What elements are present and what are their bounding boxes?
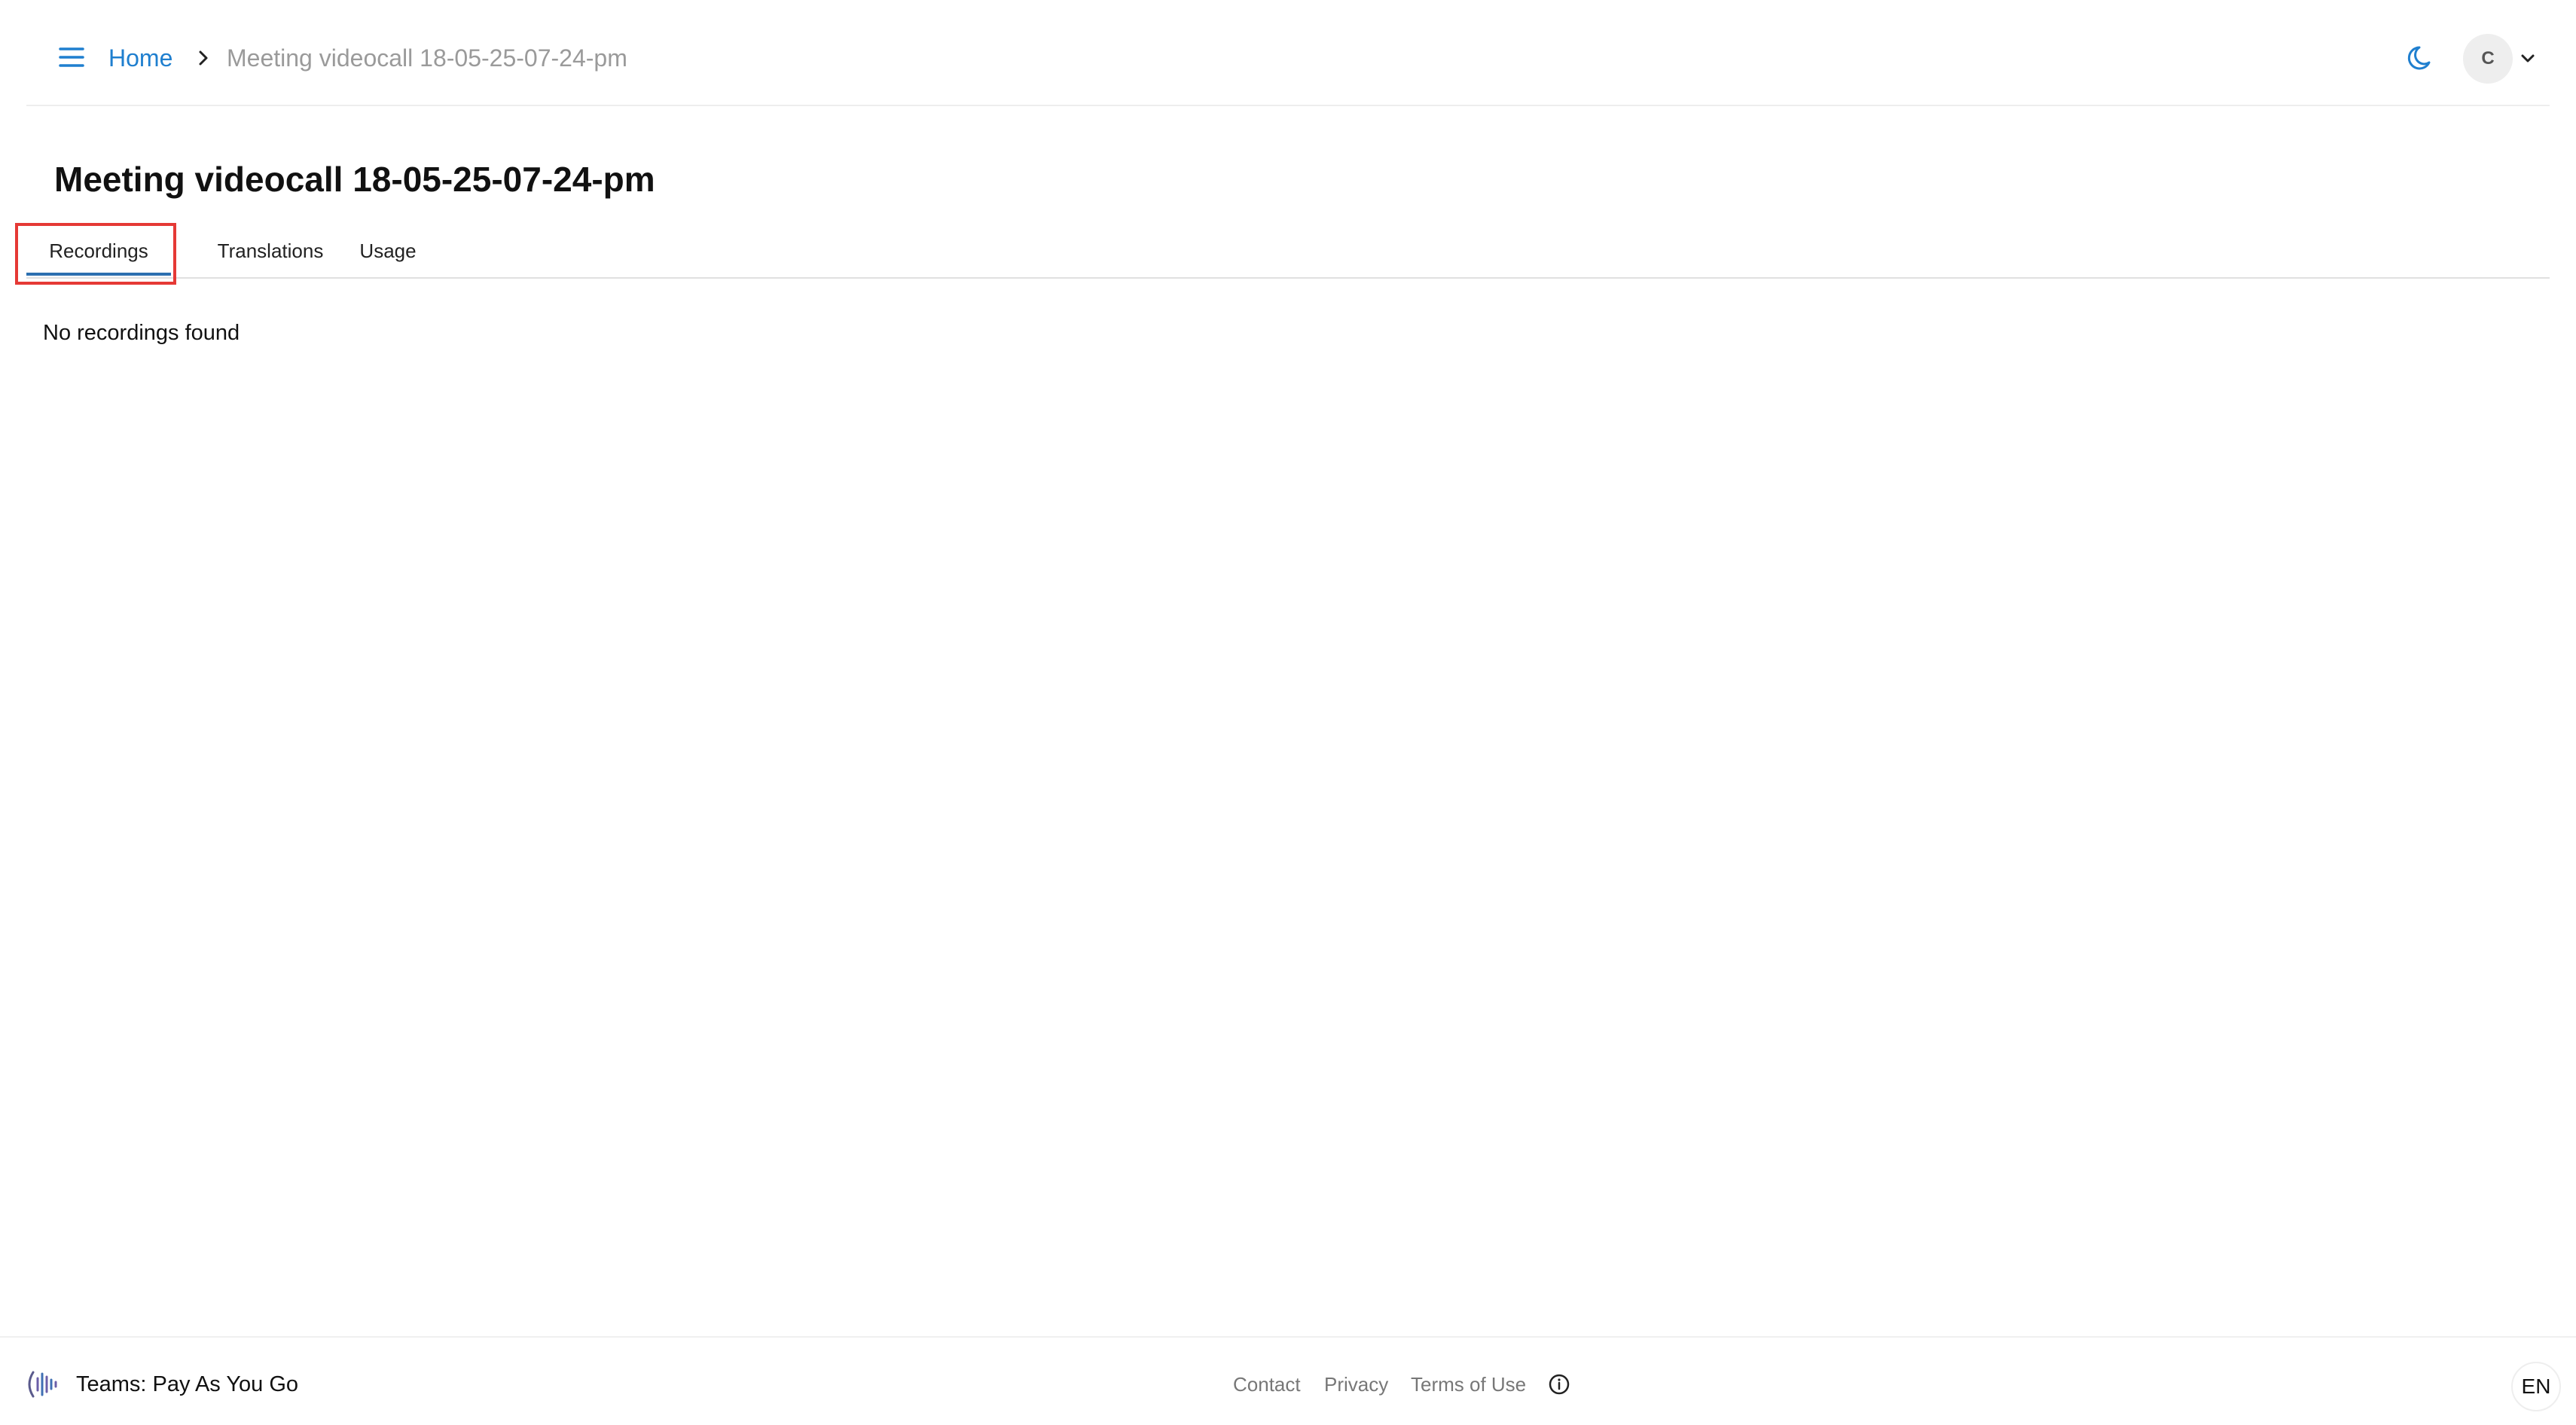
chevron-right-icon (192, 44, 215, 72)
footer-contact-link[interactable]: Contact (1233, 1368, 1301, 1401)
language-selector[interactable]: EN (2511, 1362, 2561, 1411)
brand-logo-icon (23, 1368, 60, 1401)
moon-icon (2407, 43, 2437, 77)
top-bar: Home Meeting videocall 18-05-25-07-24-pm… (26, 0, 2550, 106)
footer-terms-link[interactable]: Terms of Use (1411, 1368, 1526, 1401)
info-circle-icon[interactable] (1547, 1372, 1571, 1396)
footer-privacy-link[interactable]: Privacy (1324, 1368, 1388, 1401)
footer: Teams: Pay As You Go Contact Privacy Ter… (0, 1336, 2576, 1425)
breadcrumb-current: Meeting videocall 18-05-25-07-24-pm (227, 44, 627, 72)
empty-state-message: No recordings found (43, 321, 240, 345)
tab-usage[interactable]: Usage (331, 226, 444, 276)
page-title: Meeting videocall 18-05-25-07-24-pm (54, 160, 655, 199)
breadcrumb-home-link[interactable]: Home (108, 39, 172, 77)
theme-toggle-button[interactable] (2403, 41, 2440, 78)
menu-button[interactable] (53, 42, 90, 75)
avatar: C (2463, 34, 2513, 84)
user-menu-button[interactable]: C (2463, 34, 2538, 84)
tab-recordings[interactable]: Recordings (26, 226, 171, 276)
tab-bar: Recordings Translations Usage (26, 226, 2550, 279)
hamburger-menu-icon (59, 47, 84, 72)
chevron-down-icon (2519, 50, 2537, 67)
brand-name: Teams: Pay As You Go (76, 1372, 299, 1396)
